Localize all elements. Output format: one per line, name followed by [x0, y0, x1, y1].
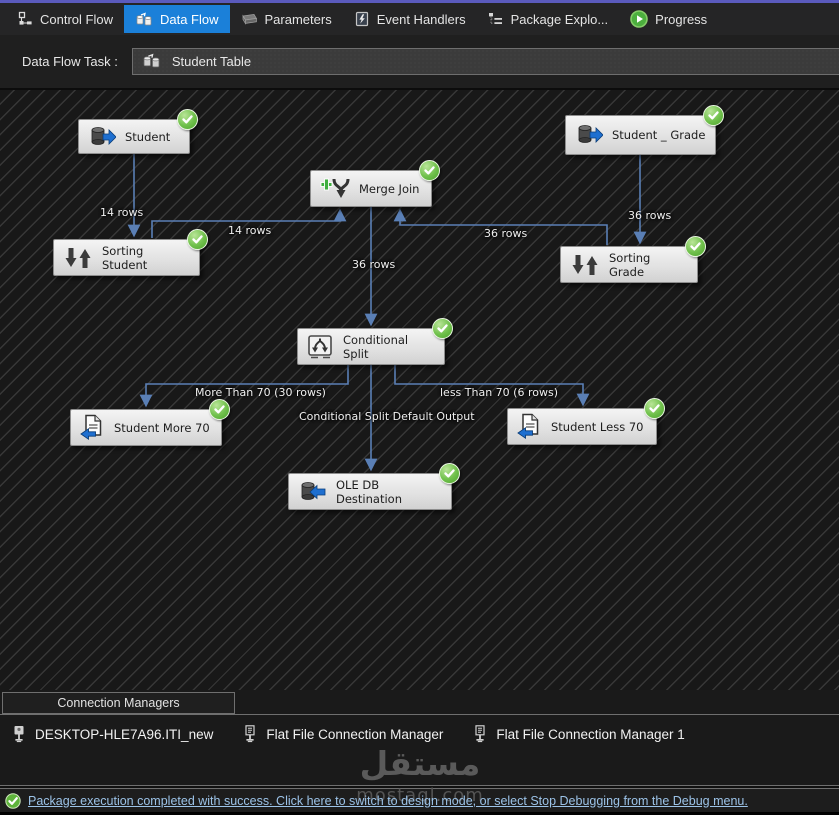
data-flow-task-dropdown[interactable]: Student Table: [131, 48, 839, 75]
connection-managers-tab[interactable]: Connection Managers: [2, 692, 235, 714]
tab-control-flow[interactable]: Control Flow: [6, 5, 124, 33]
connection-managers-panel: Connection Managers DESKTOP-HLE7A96.ITI_…: [0, 690, 839, 786]
node-label: OLE DB Destination: [336, 477, 402, 506]
success-check-badge: [177, 109, 198, 130]
data-flow-task-icon: [142, 52, 161, 72]
data-flow-icon: [135, 11, 153, 27]
node-label: Conditional Split: [343, 332, 409, 361]
connection-manager-label: Flat File Connection Manager 1: [496, 727, 685, 742]
tab-label: Progress: [655, 11, 708, 27]
edge-conditional-split-to-student-more-70[interactable]: [139, 365, 349, 408]
flat-file-destination-icon: [80, 414, 102, 441]
edge-row-count-label: 14 rows: [100, 206, 144, 219]
tab-package-explorer[interactable]: Package Explo...: [477, 5, 620, 33]
tab-parameters[interactable]: Parameters: [230, 5, 343, 33]
success-check-badge: [209, 399, 230, 420]
conditional-split-icon: [308, 334, 332, 358]
tab-label: Control Flow: [40, 11, 113, 27]
connection-managers-list: DESKTOP-HLE7A96.ITI_new Flat File Connec…: [0, 715, 839, 744]
success-check-badge: [419, 160, 440, 181]
execution-status-bar: Package execution completed with success…: [0, 788, 839, 812]
success-check-icon: [5, 792, 21, 809]
sort-icon: [572, 254, 598, 275]
node-student-more-70[interactable]: Student More 70: [70, 399, 230, 446]
parameters-icon: [241, 11, 258, 27]
ole-db-destination-icon: [301, 481, 326, 500]
edge-row-count-label: 36 rows: [484, 227, 528, 240]
node-student[interactable]: Student: [78, 109, 198, 154]
node-label: Student _ Grade: [612, 128, 706, 142]
success-check-badge: [432, 318, 453, 339]
node-label: Sorting Student: [102, 243, 148, 272]
node-label: Student More 70: [114, 420, 210, 435]
ssis-designer-window: Control Flow Data Flow Parameters Event …: [0, 0, 839, 815]
connection-manager-item[interactable]: Flat File Connection Manager 1: [473, 725, 685, 744]
package-explorer-icon: [488, 11, 504, 27]
flat-file-destination-icon: [517, 413, 539, 440]
node-student-less-70[interactable]: Student Less 70: [507, 398, 665, 445]
node-label: Student: [125, 129, 171, 144]
node-label: Sorting Grade: [609, 250, 651, 279]
edge-row-count-label: 36 rows: [352, 258, 396, 271]
node-student-grade[interactable]: Student _ Grade: [565, 105, 724, 155]
node-sorting-grade[interactable]: Sorting Grade: [560, 236, 706, 283]
designer-tab-bar: Control Flow Data Flow Parameters Event …: [0, 0, 839, 35]
sort-icon: [65, 247, 91, 268]
tab-data-flow[interactable]: Data Flow: [123, 5, 230, 33]
success-check-badge: [685, 236, 706, 257]
flat-file-connection-icon: [245, 725, 255, 743]
success-check-badge: [644, 398, 665, 419]
edge-row-count-label: 36 rows: [628, 209, 672, 222]
ole-db-source-icon: [578, 125, 603, 143]
data-flow-task-value: Student Table: [171, 54, 252, 69]
node-merge-join[interactable]: Merge Join: [310, 160, 440, 207]
database-connection-icon: [14, 726, 24, 743]
flat-file-connection-icon: [475, 725, 486, 743]
progress-play-icon: [630, 10, 648, 28]
node-conditional-split[interactable]: Conditional Split: [297, 318, 453, 365]
edge-output-label: More Than 70 (30 rows): [195, 386, 326, 399]
node-ole-db-destination[interactable]: OLE DB Destination: [288, 463, 460, 510]
merge-join-icon: [320, 178, 350, 198]
tab-event-handlers[interactable]: Event Handlers: [343, 5, 477, 33]
connection-manager-label: DESKTOP-HLE7A96.ITI_new: [35, 727, 214, 742]
node-label: Merge Join: [359, 181, 420, 196]
success-check-badge: [703, 105, 724, 126]
data-flow-canvas[interactable]: 14 rows 14 rows 36 rows 36 rows 36 rows …: [0, 88, 839, 690]
tab-label: Package Explo...: [510, 11, 609, 27]
connection-manager-label: Flat File Connection Manager: [266, 727, 444, 742]
connection-manager-item[interactable]: Flat File Connection Manager: [243, 725, 443, 744]
data-flow-task-label: Data Flow Task :: [22, 54, 118, 69]
edge-row-count-label: 14 rows: [228, 224, 272, 237]
connection-manager-item[interactable]: DESKTOP-HLE7A96.ITI_new: [12, 725, 213, 744]
node-sorting-student[interactable]: Sorting Student: [53, 229, 208, 276]
control-flow-icon: [17, 11, 33, 27]
node-label: Student Less 70: [551, 419, 644, 434]
tab-label: Data Flow: [159, 11, 219, 27]
tab-label: Event Handlers: [376, 11, 466, 27]
connection-managers-tab-strip: Connection Managers: [0, 690, 839, 715]
edge-output-label: less Than 70 (6 rows): [440, 386, 558, 399]
data-flow-task-row: Data Flow Task : Student Table: [0, 35, 839, 88]
tab-label: Parameters: [264, 11, 332, 27]
success-check-badge: [439, 463, 460, 484]
tab-progress[interactable]: Progress: [619, 4, 718, 34]
edge-output-label: Conditional Split Default Output: [299, 410, 475, 423]
execution-status-link[interactable]: Package execution completed with success…: [28, 794, 748, 808]
success-check-badge: [187, 229, 208, 250]
event-handlers-icon: [354, 11, 370, 27]
ole-db-source-icon: [91, 126, 116, 145]
